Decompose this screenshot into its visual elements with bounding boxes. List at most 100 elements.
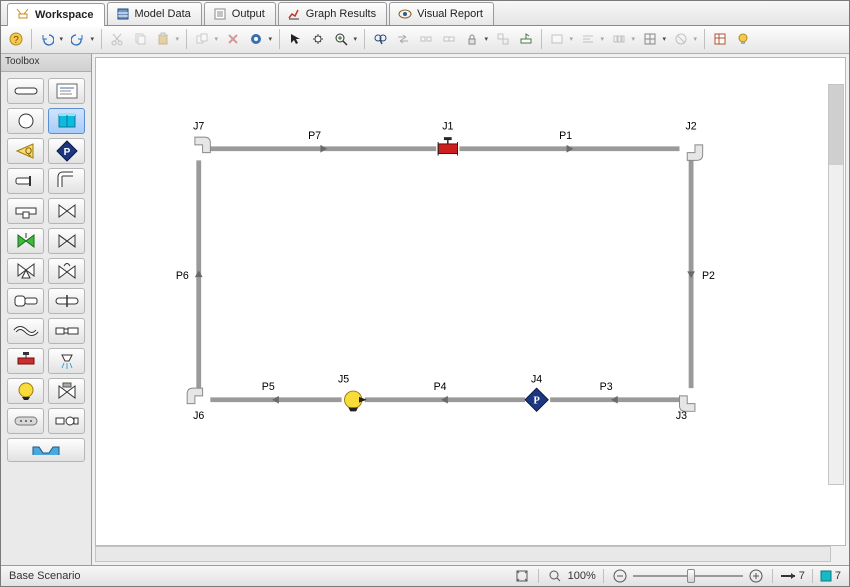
copy-button[interactable]	[129, 28, 151, 50]
svg-text:J1: J1	[442, 120, 453, 132]
help-button[interactable]: ?	[5, 28, 27, 50]
properties-button[interactable]	[709, 28, 731, 50]
pan-button[interactable]	[307, 28, 329, 50]
tool-heat-exchanger[interactable]	[7, 348, 44, 374]
output-icon	[213, 7, 227, 21]
svg-text:J3: J3	[676, 410, 687, 422]
bulb-button[interactable]	[732, 28, 754, 50]
tool-annotation[interactable]	[48, 78, 85, 104]
tool-dead-end[interactable]	[7, 168, 44, 194]
annotation-button[interactable]	[546, 28, 576, 50]
tool-pump[interactable]	[7, 378, 44, 404]
find-button[interactable]	[369, 28, 391, 50]
zoom-icon[interactable]	[546, 568, 564, 584]
separator	[704, 29, 705, 49]
main-toolbar: ?	[1, 26, 849, 53]
zoom-value: 100%	[568, 570, 596, 582]
tab-workspace[interactable]: Workspace	[7, 3, 105, 26]
svg-text:P3: P3	[600, 381, 613, 393]
svg-text:J2: J2	[685, 120, 696, 132]
tab-graph-results[interactable]: Graph Results	[278, 2, 387, 25]
svg-text:P: P	[533, 395, 540, 406]
tool-tee[interactable]	[7, 198, 44, 224]
svg-text:J6: J6	[193, 410, 204, 422]
tab-label: Graph Results	[306, 8, 376, 20]
tool-control-valve[interactable]	[48, 258, 85, 284]
tool-reservoir[interactable]	[48, 108, 85, 134]
zoom-slider[interactable]	[633, 572, 743, 580]
group-button[interactable]	[492, 28, 514, 50]
tool-general[interactable]	[7, 408, 44, 434]
grid-button[interactable]	[639, 28, 669, 50]
tool-check-valve[interactable]	[7, 228, 44, 254]
delete-button[interactable]	[222, 28, 244, 50]
tool-assigned-flow[interactable]: Q	[7, 138, 44, 164]
svg-text:Q: Q	[25, 146, 32, 156]
split-button[interactable]	[415, 28, 437, 50]
workspace-canvas[interactable]: P P7P1P2P3P4P5P6J7J1J2J6J5J4J3	[95, 57, 846, 547]
separator	[186, 29, 187, 49]
tool-branch[interactable]	[7, 108, 44, 134]
tab-label: Model Data	[135, 8, 191, 20]
tool-assigned-pressure[interactable]: P	[48, 138, 85, 164]
tab-output[interactable]: Output	[204, 2, 276, 25]
tab-visual-report[interactable]: Visual Report	[389, 2, 494, 25]
tool-screen[interactable]	[7, 318, 44, 344]
tool-weir[interactable]	[7, 438, 85, 462]
tool-pipe[interactable]	[7, 78, 44, 104]
distribute-button[interactable]	[608, 28, 638, 50]
tab-model-data[interactable]: Model Data	[107, 2, 202, 25]
layer-button[interactable]	[670, 28, 700, 50]
select-button[interactable]	[284, 28, 306, 50]
tab-label: Workspace	[35, 9, 94, 21]
svg-text:P2: P2	[702, 270, 715, 282]
zoom-in-button[interactable]	[747, 568, 765, 584]
svg-text:P: P	[63, 147, 70, 158]
tab-bar: Workspace Model Data Output Graph Result…	[1, 1, 849, 26]
horizontal-scrollbar[interactable]	[95, 546, 831, 562]
tab-label: Visual Report	[417, 8, 483, 20]
align-button[interactable]	[577, 28, 607, 50]
fit-button[interactable]	[513, 568, 531, 584]
svg-text:P1: P1	[559, 130, 572, 142]
tool-turbine[interactable]	[48, 378, 85, 404]
svg-text:?: ?	[13, 35, 19, 46]
tool-relief-valve[interactable]	[48, 228, 85, 254]
join-button[interactable]	[438, 28, 460, 50]
tool-bend[interactable]	[48, 168, 85, 194]
tool-spray[interactable]	[48, 348, 85, 374]
undo-button[interactable]	[36, 28, 66, 50]
separator	[364, 29, 365, 49]
visual-icon	[398, 7, 412, 21]
svg-text:P6: P6	[176, 270, 189, 282]
svg-text:P7: P7	[308, 130, 321, 142]
svg-text:J5: J5	[338, 373, 349, 385]
svg-text:J7: J7	[193, 120, 204, 132]
lock-button[interactable]	[461, 28, 491, 50]
redo-button[interactable]	[67, 28, 97, 50]
tool-area-change[interactable]	[7, 288, 44, 314]
duplicate-button[interactable]	[191, 28, 221, 50]
vertical-scrollbar[interactable]	[828, 84, 844, 485]
paste-button[interactable]	[152, 28, 182, 50]
separator	[279, 29, 280, 49]
svg-text:J4: J4	[531, 373, 542, 385]
graph-icon	[287, 7, 301, 21]
special-button[interactable]	[515, 28, 537, 50]
separator	[31, 29, 32, 49]
tool-venturi[interactable]	[48, 318, 85, 344]
canvas-svg: P P7P1P2P3P4P5P6J7J1J2J6J5J4J3	[96, 58, 845, 546]
tool-orifice[interactable]	[48, 288, 85, 314]
svg-text:P4: P4	[434, 381, 447, 393]
reverse-button[interactable]	[392, 28, 414, 50]
tool-volume[interactable]	[48, 408, 85, 434]
tool-three-way[interactable]	[7, 258, 44, 284]
zoom-out-button[interactable]	[611, 568, 629, 584]
cut-button[interactable]	[106, 28, 128, 50]
junction-count-icon: 7	[820, 570, 841, 582]
zoom-button[interactable]	[330, 28, 360, 50]
status-scenario: Base Scenario	[1, 570, 513, 582]
workspace-icon	[16, 8, 30, 22]
renumber-button[interactable]	[245, 28, 275, 50]
tool-valve[interactable]	[48, 198, 85, 224]
